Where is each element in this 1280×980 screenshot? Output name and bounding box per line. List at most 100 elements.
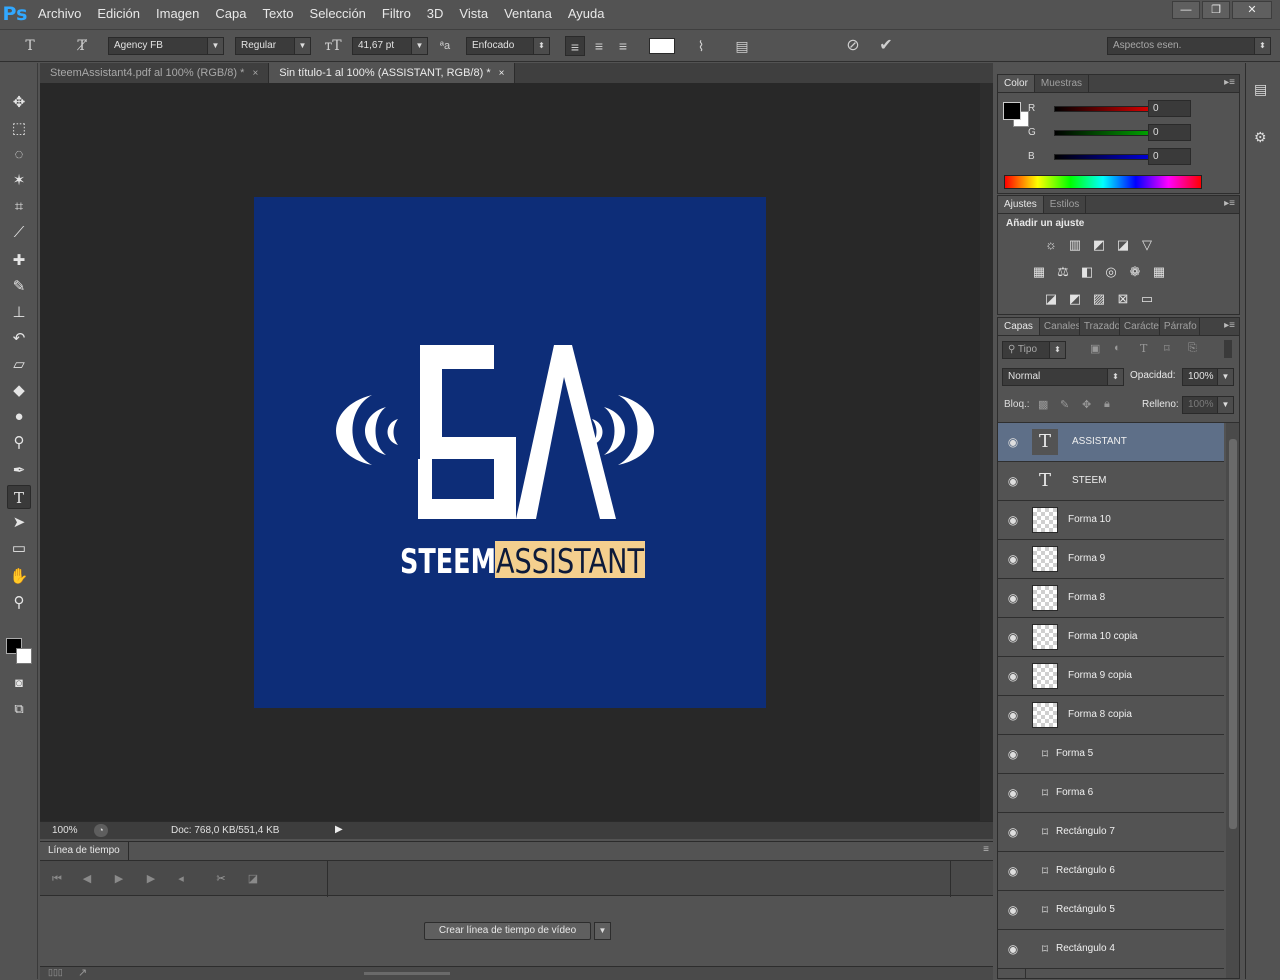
tab-caracter[interactable]: Carácter [1120, 318, 1160, 335]
align-center-icon[interactable]: ≡ [589, 36, 609, 56]
visibility-eye-icon[interactable]: ◉ [1006, 513, 1020, 527]
eraser-icon[interactable]: ▱ [7, 353, 31, 377]
menu-archivo[interactable]: Archivo [30, 0, 89, 28]
history-brush-icon[interactable]: ↶ [7, 327, 31, 351]
layer-thumbnail[interactable] [1032, 663, 1058, 689]
align-left-icon[interactable]: ≡ [565, 36, 585, 56]
visibility-eye-icon[interactable]: ◉ [1006, 747, 1020, 761]
tab-color[interactable]: Color [998, 75, 1035, 92]
layers-scrollbar-thumb[interactable] [1229, 439, 1237, 829]
layer-row[interactable]: ◉ T ASSISTANT [998, 423, 1224, 462]
filter-adjustment-icon[interactable]: ◐ [1114, 342, 1121, 354]
zoom-slider[interactable] [364, 972, 450, 975]
tab-capas[interactable]: Capas [998, 318, 1040, 335]
history-panel-icon[interactable]: ▤ [1254, 81, 1267, 98]
minimize-button[interactable]: — [1172, 1, 1200, 19]
commit-check-icon[interactable]: ✔ [876, 36, 896, 56]
visibility-eye-icon[interactable]: ◉ [1006, 552, 1020, 566]
menu-texto[interactable]: Texto [254, 0, 301, 28]
visibility-eye-icon[interactable]: ◉ [1006, 903, 1020, 917]
menu-edicion[interactable]: Edición [89, 0, 148, 28]
layer-row[interactable]: ◉ ⌑ Forma 5 [998, 735, 1224, 774]
create-video-timeline-button[interactable]: Crear línea de tiempo de vídeo [424, 922, 591, 940]
menu-seleccion[interactable]: Selección [302, 0, 374, 28]
type-tool-icon[interactable]: T [7, 485, 31, 509]
layer-thumbnail[interactable] [1032, 546, 1058, 572]
invert-icon[interactable]: ◪ [1042, 290, 1060, 308]
tab-steemassistant4[interactable]: SteemAssistant4.pdf al 100% (RGB/8) * × [40, 63, 270, 83]
visibility-eye-icon[interactable]: ◉ [1006, 708, 1020, 722]
brush-tool-icon[interactable]: ✎ [7, 275, 31, 299]
red-slider[interactable]: R 0 [1028, 100, 1228, 119]
canvas-area[interactable]: STEEM ASSISTANT [40, 83, 993, 821]
next-frame-icon[interactable]: ▶ [142, 870, 160, 888]
visibility-eye-icon[interactable]: ◉ [1006, 942, 1020, 956]
visibility-eye-icon[interactable]: ◉ [1006, 669, 1020, 683]
cancel-icon[interactable]: ⊘ [843, 36, 863, 56]
panel-menu-icon[interactable]: ≡ [983, 844, 989, 855]
toggle-text-orientation-icon[interactable]: Ⱦ [72, 36, 92, 56]
filter-smart-object-icon[interactable]: ⎘ [1188, 342, 1197, 355]
threshold-icon[interactable]: ▨ [1090, 290, 1108, 308]
tab-muestras[interactable]: Muestras [1035, 75, 1090, 92]
exposure-icon[interactable]: ◪ [1114, 236, 1132, 254]
screen-mode-icon[interactable]: ⧉ [7, 697, 31, 721]
menu-filtro[interactable]: Filtro [374, 0, 419, 28]
layers-scrollbar[interactable] [1226, 423, 1239, 978]
filter-toggle[interactable] [1224, 340, 1232, 358]
photo-filter-icon[interactable]: ◎ [1102, 263, 1120, 281]
restore-button[interactable]: ❐ [1202, 1, 1230, 19]
tab-ajustes[interactable]: Ajustes [998, 196, 1044, 213]
layer-row[interactable]: ◉ ⌑ Rectángulo 7 [998, 813, 1224, 852]
panel-menu-icon[interactable]: ▸≡ [1224, 77, 1235, 88]
status-menu-arrow-icon[interactable]: ▶ [335, 824, 343, 835]
blend-mode-select[interactable]: Normal ⬍ [1002, 368, 1124, 386]
panel-menu-icon[interactable]: ▸≡ [1224, 320, 1235, 331]
layer-row[interactable]: ◉ ⌑ Rectángulo 6 [998, 852, 1224, 891]
layer-row[interactable]: ◉ Forma 8 copia [998, 696, 1224, 735]
text-color-swatch[interactable] [649, 38, 675, 54]
layer-row[interactable]: ◉ Forma 10 [998, 501, 1224, 540]
dodge-tool-icon[interactable]: ⚲ [7, 431, 31, 455]
fill-field[interactable]: 100% ▼ [1182, 396, 1234, 414]
share-icon[interactable]: ◔ [94, 824, 108, 837]
font-style-select[interactable]: Regular ▼ [235, 37, 311, 55]
layer-row[interactable]: ◉ ⌑ Forma 6 [998, 774, 1224, 813]
visibility-eye-icon[interactable]: ◉ [1006, 630, 1020, 644]
layer-row[interactable]: ◉ Forma 9 [998, 540, 1224, 579]
warp-text-icon[interactable]: ⌇ [691, 36, 711, 56]
magic-wand-icon[interactable]: ✶ [7, 169, 31, 193]
close-tab-icon[interactable]: × [499, 68, 505, 79]
visibility-eye-icon[interactable]: ◉ [1006, 474, 1020, 488]
antialias-select[interactable]: Enfocado ⬍ [466, 37, 550, 55]
menu-ayuda[interactable]: Ayuda [560, 0, 613, 28]
layer-row[interactable]: ◉ Forma 8 [998, 579, 1224, 618]
channel-mixer-icon[interactable]: ❁ [1126, 263, 1144, 281]
layer-row[interactable]: ◉ Forma 9 copia [998, 657, 1224, 696]
background-color-swatch[interactable] [16, 648, 32, 664]
visibility-eye-icon[interactable]: ◉ [1006, 786, 1020, 800]
type-layer-icon[interactable]: T [1032, 429, 1058, 455]
workspace-select[interactable]: Aspectos esen. ⬍ [1107, 37, 1271, 55]
clone-stamp-icon[interactable]: ⊥ [7, 301, 31, 325]
eyedropper-icon[interactable]: ⟋ [7, 221, 31, 245]
filter-pixel-icon[interactable]: ▣ [1090, 342, 1100, 355]
lock-transparent-icon[interactable]: ▩ [1038, 398, 1048, 411]
color-balance-icon[interactable]: ⚖ [1054, 263, 1072, 281]
layer-thumbnail[interactable] [1032, 624, 1058, 650]
tab-sin-titulo-1[interactable]: Sin título-1 al 100% (ASSISTANT, RGB/8) … [269, 63, 516, 83]
vibrance-icon[interactable]: ▽ [1138, 236, 1156, 254]
red-value[interactable]: 0 [1148, 100, 1191, 117]
layer-thumbnail[interactable] [1032, 507, 1058, 533]
move-tool-icon[interactable]: ✥ [7, 91, 31, 115]
lock-position-icon[interactable]: ✥ [1082, 398, 1091, 411]
layer-thumbnail[interactable] [1032, 702, 1058, 728]
type-tool-preset-icon[interactable]: T [20, 36, 40, 56]
layer-row[interactable]: ◉ T STEEM [998, 462, 1224, 501]
crop-tool-icon[interactable]: ⌗ [7, 195, 31, 219]
black-white-icon[interactable]: ◧ [1078, 263, 1096, 281]
rectangle-tool-icon[interactable]: ▭ [7, 537, 31, 561]
shape-layer-icon[interactable]: ⌑ [1032, 819, 1058, 845]
layer-row[interactable]: ◉ Forma 10 copia [998, 618, 1224, 657]
posterize-icon[interactable]: ◩ [1066, 290, 1084, 308]
